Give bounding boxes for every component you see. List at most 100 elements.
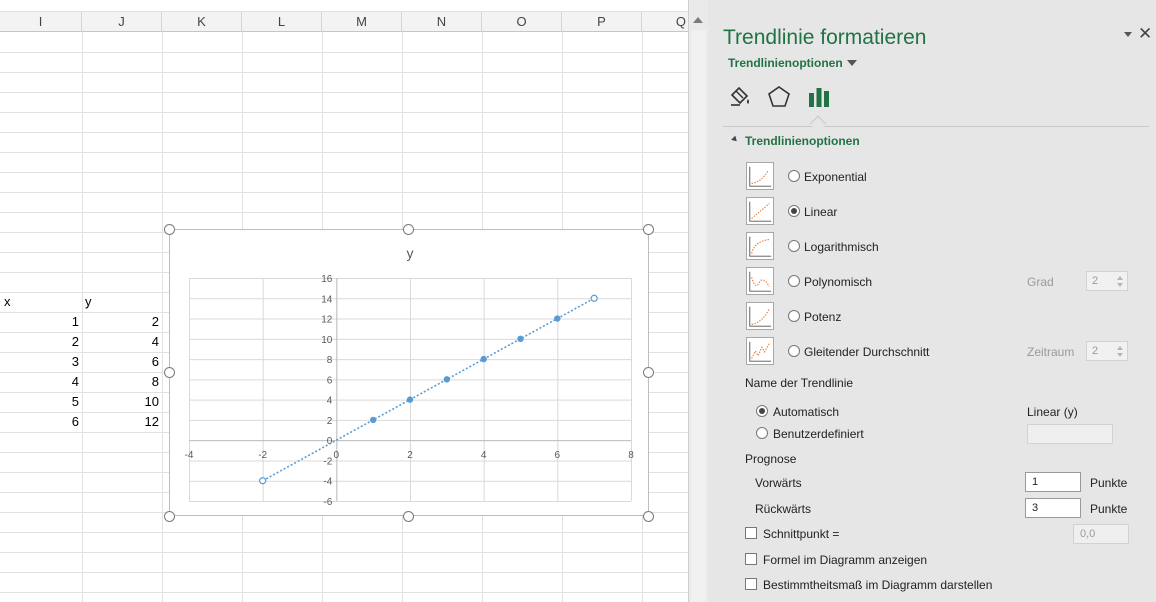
column-header-o[interactable]: O [482, 12, 562, 32]
zeitraum-stepper: 2 [1086, 341, 1128, 361]
radio-polynomial[interactable] [788, 275, 800, 287]
resize-handle-bottom-right[interactable] [643, 511, 654, 522]
cell-j-header[interactable]: y [85, 292, 155, 312]
cell-x-value[interactable]: 2 [0, 332, 82, 352]
column-headers: I J K L M N O P Q [0, 12, 688, 32]
y-tick-label: 2 [327, 416, 333, 427]
resize-handle-right[interactable] [643, 367, 654, 378]
trendline-options-icon[interactable] [806, 84, 832, 110]
label-exponential[interactable]: Exponential [804, 170, 867, 184]
resize-handle-top[interactable] [403, 224, 414, 235]
label-power[interactable]: Potenz [804, 310, 841, 324]
format-trendline-pane: Trendlinie formatieren ✕ Trendlinienopti… [708, 0, 1156, 602]
cell-x-value[interactable]: 4 [0, 372, 82, 392]
cell-y-value[interactable]: 8 [82, 372, 162, 392]
column-header-p[interactable]: P [562, 12, 642, 32]
forecast-heading: Prognose [745, 452, 797, 466]
resize-handle-bottom-left[interactable] [164, 511, 175, 522]
spreadsheet[interactable]: I J K L M N O P Q x y 1 2 2 4 3 6 4 8 5 … [0, 0, 688, 602]
cell-y-value[interactable]: 4 [82, 332, 162, 352]
radio-moving-average[interactable] [788, 345, 800, 357]
label-name-custom[interactable]: Benutzerdefiniert [773, 427, 864, 441]
column-header-m[interactable]: M [322, 12, 402, 32]
radio-linear[interactable] [788, 205, 800, 217]
column-header-k[interactable]: K [162, 12, 242, 32]
x-tick-label: -2 [258, 450, 267, 461]
forward-input[interactable]: 1 [1025, 472, 1081, 492]
y-tick-label: 6 [327, 375, 333, 386]
column-header-q[interactable]: Q [642, 12, 688, 32]
backward-unit-label: Punkte [1090, 502, 1128, 516]
cell-x-value[interactable]: 3 [0, 352, 82, 372]
show-equation-checkbox[interactable] [745, 553, 757, 565]
radio-logarithmic[interactable] [788, 240, 800, 252]
cell-y-value[interactable]: 12 [82, 412, 162, 432]
cell-y-value[interactable]: 6 [82, 352, 162, 372]
radio-name-automatic[interactable] [756, 405, 768, 417]
y-tick-label: -4 [323, 477, 332, 488]
chart-title[interactable]: y [407, 245, 414, 261]
cell-y-value[interactable]: 2 [82, 312, 162, 332]
zeitraum-value: 2 [1092, 345, 1099, 357]
chevron-down-icon[interactable] [847, 60, 857, 66]
data-point[interactable] [554, 315, 561, 322]
section-title[interactable]: Trendlinienoptionen [745, 134, 860, 148]
data-point[interactable] [369, 416, 377, 424]
trendline[interactable] [262, 297, 595, 482]
show-r-squared-checkbox[interactable] [745, 578, 757, 590]
chart-canvas: y-4 -2 0 2 4 6 8-6-4-20246810121416 [185, 245, 635, 508]
show-r-squared-label[interactable]: Bestimmtheitsmaß im Diagramm darstellen [763, 578, 992, 592]
backward-label: Rückwärts [755, 502, 812, 516]
cell-x-value[interactable]: 5 [0, 392, 82, 412]
radio-exponential[interactable] [788, 170, 800, 182]
active-tab-indicator [809, 115, 827, 133]
show-equation-label[interactable]: Formel im Diagramm anzeigen [763, 553, 927, 567]
cell-i-header[interactable]: x [4, 292, 74, 312]
label-logarithmic[interactable]: Logarithmisch [804, 240, 879, 254]
column-header-n[interactable]: N [402, 12, 482, 32]
resize-handle-top-left[interactable] [164, 224, 175, 235]
resize-handle-bottom[interactable] [403, 511, 414, 522]
intercept-checkbox[interactable] [745, 527, 757, 539]
cell-x-value[interactable]: 1 [0, 312, 82, 332]
column-header-j[interactable]: J [82, 12, 162, 32]
data-point[interactable] [480, 355, 487, 363]
label-polynomial[interactable]: Polynomisch [804, 275, 872, 289]
scroll-up-arrow-icon[interactable] [693, 17, 703, 23]
pane-options-dropdown-icon[interactable] [1124, 32, 1132, 37]
backward-input[interactable]: 3 [1025, 498, 1081, 518]
cell-x-value[interactable]: 6 [0, 412, 82, 432]
effects-icon[interactable] [766, 84, 792, 110]
data-point[interactable] [517, 335, 524, 343]
x-tick-label: 6 [555, 450, 561, 461]
forward-unit-label: Punkte [1090, 476, 1128, 490]
collapse-arrow-icon[interactable] [731, 135, 739, 144]
custom-name-input[interactable] [1027, 424, 1113, 444]
radio-name-custom[interactable] [756, 427, 768, 439]
trendline-end-handle[interactable] [259, 477, 267, 485]
options-dropdown-label[interactable]: Trendlinienoptionen [728, 56, 843, 70]
y-tick-label: -2 [323, 456, 332, 467]
column-header-l[interactable]: L [242, 12, 322, 32]
data-point[interactable] [443, 376, 451, 383]
trendline-end-handle[interactable] [590, 294, 598, 302]
label-name-automatic[interactable]: Automatisch [773, 405, 839, 419]
scatter-chart[interactable]: y -4 -2 0 2 4 6 8 -6 -4 -2 0 2 4 6 8 10 12 14 16 [169, 229, 649, 516]
data-point[interactable] [406, 396, 414, 403]
column-header-i[interactable]: I [0, 12, 82, 32]
scroll-track[interactable] [691, 30, 706, 602]
vertical-scrollbar[interactable] [688, 0, 708, 602]
resize-handle-top-right[interactable] [643, 224, 654, 235]
intercept-label[interactable]: Schnittpunkt = [763, 527, 839, 541]
close-icon[interactable]: ✕ [1138, 24, 1152, 44]
stepper-down-icon [1117, 353, 1123, 357]
label-linear[interactable]: Linear [804, 205, 837, 219]
resize-handle-left[interactable] [164, 367, 175, 378]
cell-y-value[interactable]: 10 [82, 392, 162, 412]
fill-line-icon[interactable] [727, 84, 753, 110]
label-moving-average[interactable]: Gleitender Durchschnitt [804, 345, 929, 359]
logarithmic-trend-icon [746, 232, 774, 260]
intercept-input[interactable]: 0,0 [1073, 524, 1129, 544]
ribbon-edge [0, 0, 688, 12]
radio-power[interactable] [788, 310, 800, 322]
